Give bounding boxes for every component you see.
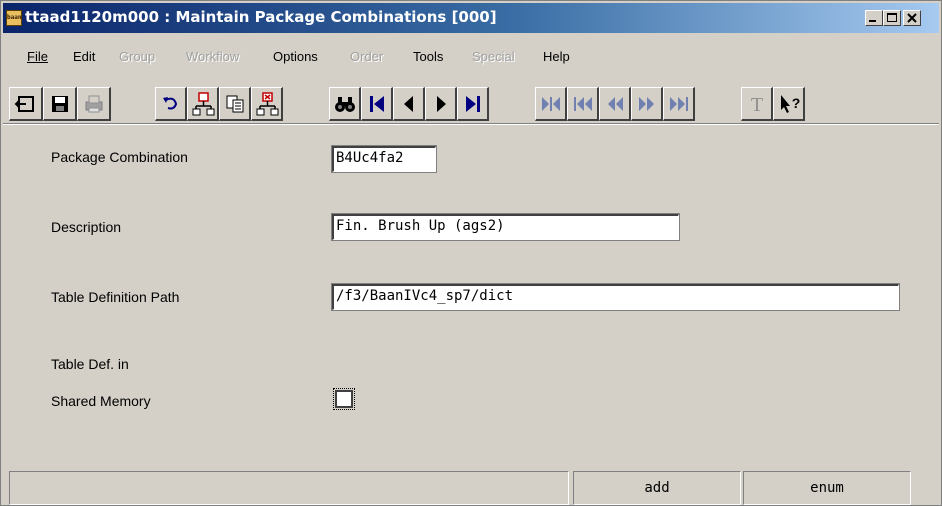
previous-record-icon [404, 96, 413, 112]
copy-icon [226, 95, 244, 113]
menu-order[interactable]: Order [350, 49, 383, 64]
first-record-icon [370, 96, 384, 112]
toolbar: T ? [3, 87, 939, 121]
insert-record-button[interactable] [187, 87, 219, 121]
next-group-button[interactable] [631, 87, 663, 121]
exit-icon [14, 96, 34, 112]
next-group-icon [639, 97, 654, 111]
last-set-button[interactable] [663, 87, 695, 121]
last-record-button[interactable] [457, 87, 489, 121]
menu-bar: File Edit Group Workflow Options Order T… [3, 49, 939, 67]
undo-button[interactable] [155, 87, 187, 121]
help-button-label: ? [792, 95, 801, 111]
previous-group-icon [608, 97, 623, 111]
shared-memory-label-line1: Table Def. in [51, 356, 129, 372]
save-button[interactable] [43, 87, 77, 121]
first-set-icon [542, 97, 560, 111]
shared-memory-label-line2: Shared Memory [51, 393, 151, 409]
find-icon [335, 97, 355, 112]
previous-record-button[interactable] [393, 87, 425, 121]
undo-icon [163, 97, 178, 110]
menu-edit[interactable]: Edit [73, 49, 95, 64]
first-set-button[interactable] [535, 87, 567, 121]
print-icon [85, 95, 103, 113]
baan-app-icon[interactable]: baan [6, 10, 22, 26]
status-type: enum [743, 471, 911, 505]
menu-special[interactable]: Special [472, 49, 515, 64]
menu-file[interactable]: File [27, 49, 48, 64]
insert-record-icon [192, 92, 215, 116]
maximize-button[interactable] [883, 10, 901, 26]
status-bar: add enum [3, 471, 939, 505]
delete-record-button[interactable] [251, 87, 283, 121]
delete-record-icon [256, 92, 279, 116]
text-button-label: T [751, 94, 763, 116]
previous-set-icon [574, 97, 592, 111]
status-message [9, 471, 569, 505]
close-icon [907, 13, 917, 23]
print-button[interactable] [77, 87, 111, 121]
exit-button[interactable] [9, 87, 43, 121]
menu-options[interactable]: Options [273, 49, 318, 64]
title-bar[interactable]: baan ttaad1120m000 : Maintain Package Co… [3, 3, 939, 33]
status-mode: add [573, 471, 741, 505]
next-record-icon [437, 96, 446, 112]
help-button[interactable]: ? [773, 87, 805, 121]
description-label: Description [51, 219, 122, 235]
text-button[interactable]: T [741, 87, 773, 121]
window-title: ttaad1120m000 : Maintain Package Combina… [25, 8, 497, 26]
menu-group[interactable]: Group [119, 49, 155, 64]
table-definition-path-field[interactable]: /f3/BaanIVc4_sp7/dict [331, 283, 900, 311]
menu-workflow[interactable]: Workflow [186, 49, 239, 64]
text-icon: T [751, 94, 763, 116]
minimize-button[interactable] [865, 10, 883, 26]
find-button[interactable] [329, 87, 361, 121]
shared-memory-checkbox[interactable] [333, 388, 355, 410]
minimize-icon [869, 20, 876, 22]
toolbar-separator [3, 123, 939, 125]
table-definition-path-label: Table Definition Path [51, 289, 180, 305]
menu-tools[interactable]: Tools [413, 49, 443, 64]
next-record-button[interactable] [425, 87, 457, 121]
previous-set-button[interactable] [567, 87, 599, 121]
previous-group-button[interactable] [599, 87, 631, 121]
save-icon [52, 96, 68, 112]
first-record-button[interactable] [361, 87, 393, 121]
maximize-icon [887, 13, 897, 22]
description-field[interactable]: Fin. Brush Up (ags2) [331, 213, 680, 241]
package-combination-label: Package Combination [51, 149, 188, 165]
close-button[interactable] [903, 10, 921, 26]
help-icon: ? [781, 95, 801, 113]
last-set-icon [670, 97, 688, 111]
menu-help[interactable]: Help [543, 49, 570, 64]
last-record-icon [466, 96, 480, 112]
package-combination-field[interactable]: B4Uc4fa2 [331, 145, 437, 173]
application-window: baan ttaad1120m000 : Maintain Package Co… [0, 0, 942, 506]
copy-button[interactable] [219, 87, 251, 121]
